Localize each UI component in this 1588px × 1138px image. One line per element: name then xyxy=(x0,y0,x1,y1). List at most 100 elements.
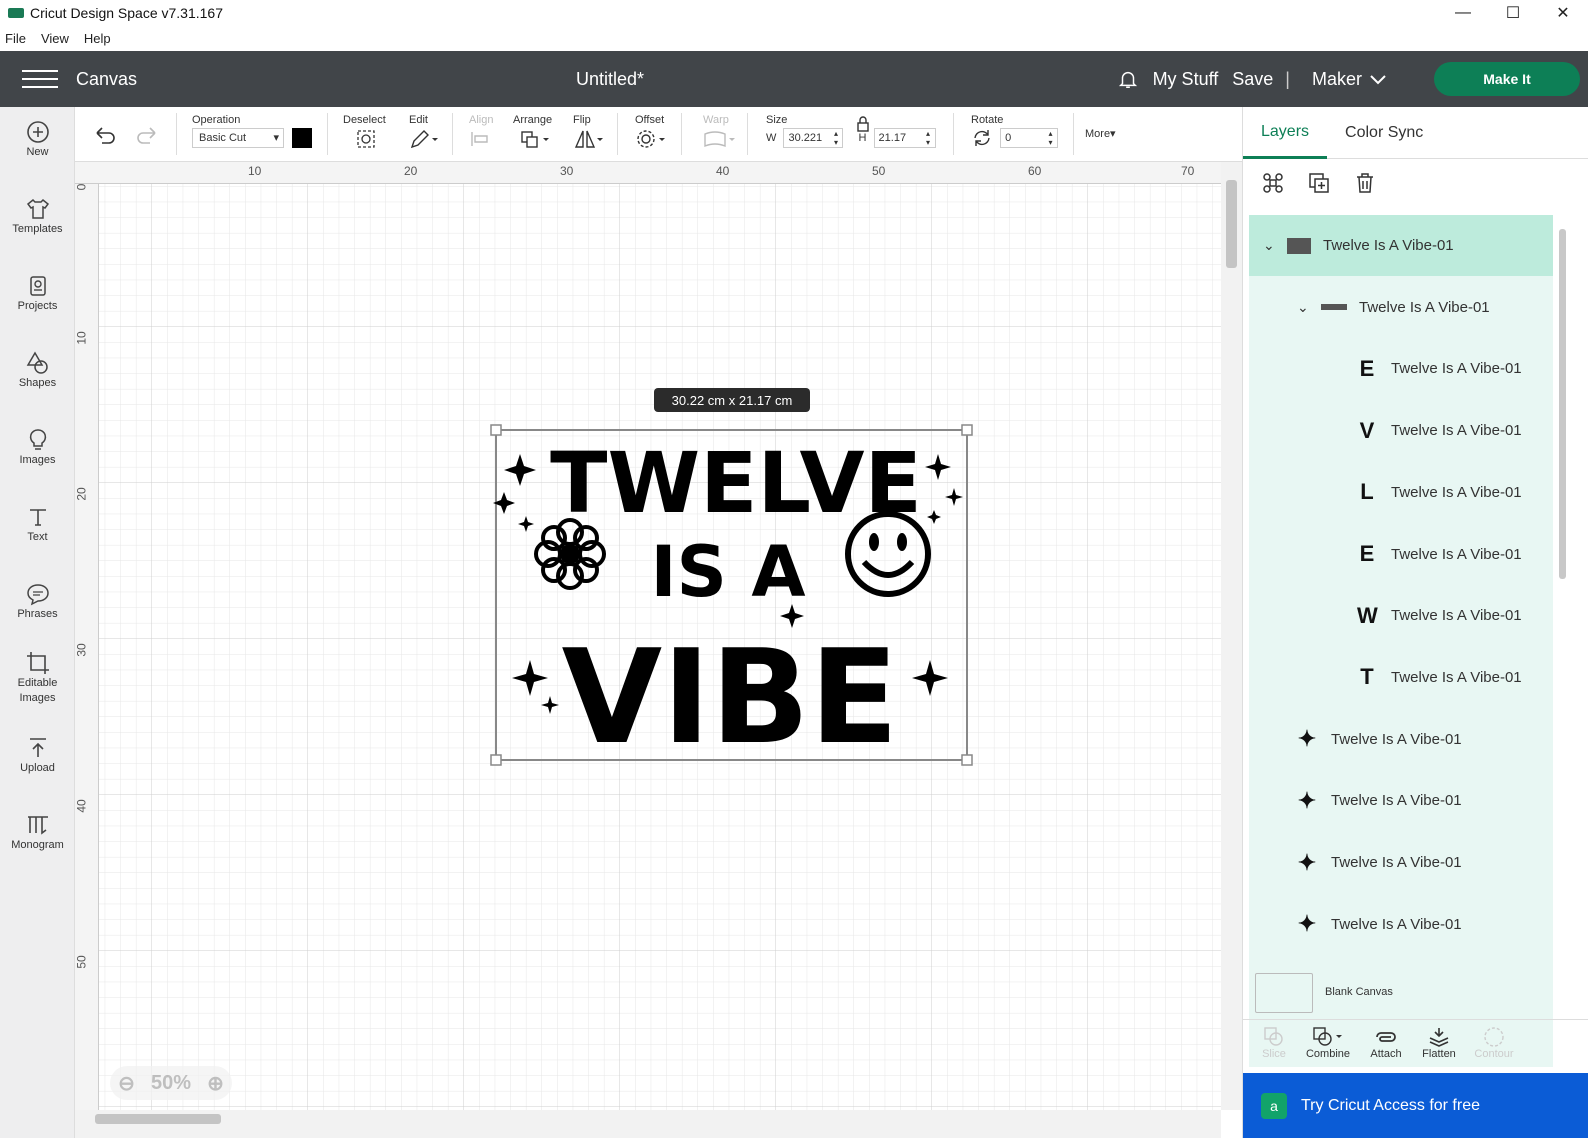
crop-icon xyxy=(26,652,49,674)
width-input[interactable]: 30.221 xyxy=(783,128,844,148)
layer-name: Twelve Is A Vibe-01 xyxy=(1391,422,1522,440)
menu-help[interactable]: Help xyxy=(84,31,111,46)
machine-select[interactable]: Maker xyxy=(1312,69,1362,90)
flip-group[interactable]: Flip xyxy=(573,114,605,153)
layer-row[interactable]: W Twelve Is A Vibe-01 xyxy=(1249,585,1553,646)
shirt-icon xyxy=(26,198,49,219)
layer-row[interactable]: T Twelve Is A Vibe-01 xyxy=(1249,647,1553,708)
layer-row[interactable]: L Twelve Is A Vibe-01 xyxy=(1249,462,1553,523)
new-tool-label: New xyxy=(26,146,49,158)
combine-icon xyxy=(1313,1027,1342,1046)
design-artwork[interactable]: TWELVE IS A VIBE xyxy=(490,424,974,768)
slice-button[interactable]: Slice xyxy=(1247,1026,1301,1060)
zoom-in-icon[interactable]: ⊕ xyxy=(207,1071,224,1096)
maximize-button[interactable]: ☐ xyxy=(1488,0,1538,26)
minimize-button[interactable]: — xyxy=(1438,0,1488,26)
layer-glyph: ✦ xyxy=(1297,726,1317,752)
layer-row[interactable]: ⌄ Twelve Is A Vibe-01 xyxy=(1249,215,1553,276)
operation-select[interactable]: Basic Cut xyxy=(192,128,284,148)
menu-bar: File View Help xyxy=(0,26,1588,51)
upload-tool[interactable]: Upload xyxy=(0,735,75,776)
rotate-label: Rotate xyxy=(971,114,1004,126)
chevron-down-icon[interactable] xyxy=(1370,69,1386,90)
layers-list: ⌄ Twelve Is A Vibe-01 ⌄ Twelve Is A Vibe-01… xyxy=(1249,215,1553,1067)
phrases-tool[interactable]: Phrases xyxy=(0,581,75,622)
bell-icon[interactable] xyxy=(1117,68,1139,90)
design-canvas[interactable]: 10 20 30 40 50 60 70 0 10 20 30 40 50 TW… xyxy=(75,162,1221,1110)
save-button[interactable]: Save xyxy=(1232,69,1273,90)
warp-label: Warp xyxy=(703,114,729,126)
zoom-out-icon[interactable]: ⊖ xyxy=(118,1071,135,1096)
cricut-access-banner[interactable]: a Try Cricut Access for free xyxy=(1243,1073,1588,1138)
images-tool[interactable]: Images xyxy=(0,427,75,468)
toolbar-divider xyxy=(617,113,618,155)
layer-row[interactable]: ✦ Twelve Is A Vibe-01 xyxy=(1249,770,1553,831)
text-tool[interactable]: Text xyxy=(0,504,75,545)
make-it-button[interactable]: Make It xyxy=(1434,62,1580,96)
group-icon[interactable] xyxy=(1261,171,1285,195)
shapes-tool-label: Shapes xyxy=(18,377,57,389)
ruler-tick: 30 xyxy=(75,643,89,657)
new-tool[interactable]: New xyxy=(0,119,75,160)
tab-color-sync[interactable]: Color Sync xyxy=(1327,107,1441,159)
layer-row[interactable]: ✦ Twelve Is A Vibe-01 xyxy=(1249,709,1553,770)
menu-file[interactable]: File xyxy=(5,31,26,46)
arrange-group[interactable]: Arrange xyxy=(513,114,552,153)
close-button[interactable]: ✕ xyxy=(1538,0,1588,26)
chevron-down-icon[interactable]: ⌄ xyxy=(1263,237,1277,254)
blank-canvas-swatch[interactable] xyxy=(1255,973,1313,1013)
layer-row[interactable]: ✦ Twelve Is A Vibe-01 xyxy=(1249,894,1553,955)
layer-row[interactable]: V Twelve Is A Vibe-01 xyxy=(1249,400,1553,461)
layer-name: Twelve Is A Vibe-01 xyxy=(1391,607,1522,625)
edit-group[interactable]: Edit xyxy=(409,114,439,153)
panel-tabs: Layers Color Sync xyxy=(1243,107,1588,159)
flatten-button[interactable]: Flatten xyxy=(1412,1026,1466,1060)
combine-button[interactable]: Combine xyxy=(1301,1026,1355,1060)
more-menu[interactable]: More▾ xyxy=(1085,127,1116,140)
canvas-horizontal-scrollbar[interactable] xyxy=(75,1110,1221,1138)
layers-scrollbar[interactable] xyxy=(1555,219,1569,959)
offset-label: Offset xyxy=(635,114,665,126)
monogram-tool[interactable]: Monogram xyxy=(0,812,75,853)
contour-button[interactable]: Contour xyxy=(1467,1026,1521,1060)
document-title[interactable]: Untitled* xyxy=(576,69,644,90)
shapes-icon xyxy=(26,351,48,374)
layer-row[interactable]: E Twelve Is A Vibe-01 xyxy=(1249,338,1553,399)
ruler-tick: 50 xyxy=(75,955,89,969)
ruler-tick: 60 xyxy=(1028,164,1042,178)
deselect-group[interactable]: Deselect xyxy=(343,114,386,153)
my-stuff-link[interactable]: My Stuff xyxy=(1153,69,1219,90)
shapes-tool[interactable]: Shapes xyxy=(0,350,75,391)
align-group[interactable]: Align xyxy=(469,114,499,153)
ruler-tick: 50 xyxy=(872,164,886,178)
deselect-icon xyxy=(357,130,375,148)
projects-tool[interactable]: Projects xyxy=(0,273,75,314)
slice-icon xyxy=(1264,1027,1283,1046)
monogram-icon xyxy=(27,816,48,835)
attach-button[interactable]: Attach xyxy=(1359,1026,1413,1060)
operation-color-swatch[interactable] xyxy=(292,128,312,148)
layer-row[interactable]: ⌄ Twelve Is A Vibe-01 xyxy=(1249,277,1553,338)
canvas-vertical-scrollbar[interactable] xyxy=(1221,162,1242,1110)
warp-group[interactable]: Warp xyxy=(703,114,737,153)
zoom-level: 50% xyxy=(150,1071,191,1094)
undo-icon[interactable] xyxy=(93,125,117,145)
menu-view[interactable]: View xyxy=(41,31,69,46)
templates-tool[interactable]: Templates xyxy=(0,196,75,237)
redo-icon[interactable] xyxy=(135,125,159,145)
editable-images-tool[interactable]: Editable Images xyxy=(0,650,75,706)
ruler-tick: 10 xyxy=(75,331,89,345)
layer-row[interactable]: E Twelve Is A Vibe-01 xyxy=(1249,524,1553,585)
rotate-input[interactable]: 0 xyxy=(1000,128,1059,148)
layer-glyph: L xyxy=(1360,479,1374,505)
tab-layers[interactable]: Layers xyxy=(1243,107,1328,159)
offset-group[interactable]: Offset xyxy=(635,114,667,153)
hamburger-menu-icon[interactable] xyxy=(22,70,58,88)
duplicate-icon[interactable] xyxy=(1307,171,1331,195)
layer-row[interactable]: ✦ Twelve Is A Vibe-01 xyxy=(1249,832,1553,893)
trash-icon[interactable] xyxy=(1353,171,1377,195)
height-input[interactable]: 21.17 xyxy=(873,128,936,148)
layer-name: Twelve Is A Vibe-01 xyxy=(1391,668,1522,686)
chevron-down-icon[interactable]: ⌄ xyxy=(1297,299,1311,316)
lock-icon[interactable] xyxy=(856,116,870,132)
